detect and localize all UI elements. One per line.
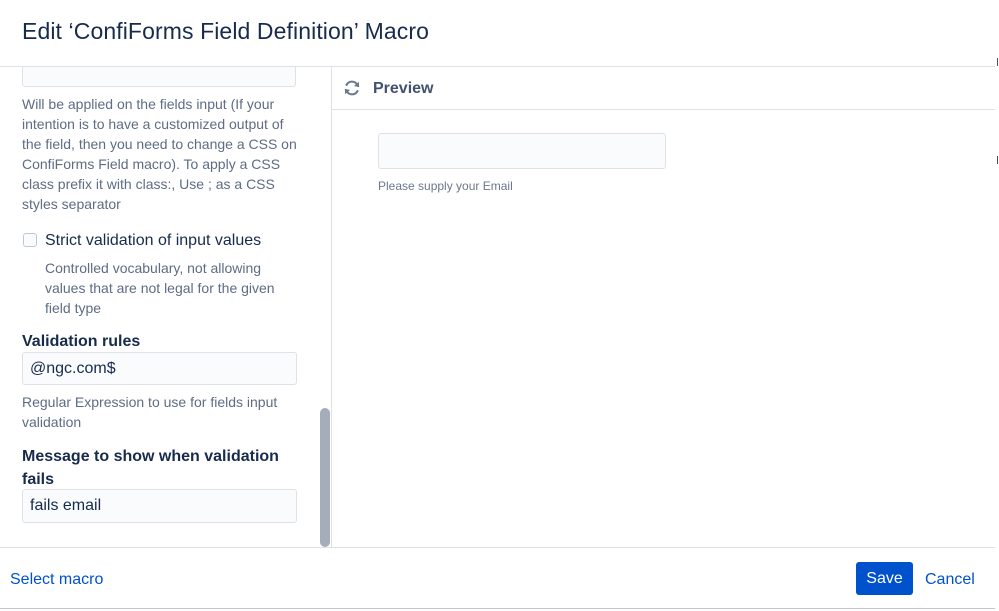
preview-title: Preview [373, 80, 434, 97]
validation-rules-label: Validation rules [22, 333, 141, 350]
background-edge [995, 0, 999, 611]
strict-validation-label[interactable]: Strict validation of input values [45, 232, 261, 250]
preview-panel: Preview Please supply your Email [332, 67, 995, 547]
dialog-footer: Select macro Save Cancel [0, 547, 995, 609]
preview-email-help: Please supply your Email [378, 179, 513, 193]
background-edge-mark [997, 58, 998, 66]
select-macro-link[interactable]: Select macro [10, 571, 103, 589]
css-styles-input[interactable] [22, 67, 296, 87]
dialog-header: Edit ‘ConfiForms Field Definition’ Macro [0, 0, 995, 67]
strict-validation-help: Controlled vocabulary, not allowing valu… [45, 260, 275, 316]
macro-parameters-panel[interactable]: Will be applied on the fields input (If … [0, 67, 332, 547]
css-styles-help: Will be applied on the fields input (If … [22, 96, 297, 212]
save-button[interactable]: Save [856, 562, 913, 595]
scrollbar-thumb[interactable] [320, 408, 330, 547]
cancel-button[interactable]: Cancel [925, 571, 975, 589]
validation-message-input[interactable]: fails email [22, 489, 297, 523]
validation-message-label: Message to show when validation fails [22, 448, 279, 488]
background-edge-mark [997, 156, 998, 164]
preview-bar: Preview [332, 67, 995, 110]
validation-rules-help: Regular Expression to use for fields inp… [22, 394, 278, 430]
dialog-title: Edit ‘ConfiForms Field Definition’ Macro [22, 18, 430, 44]
macro-dialog: Edit ‘ConfiForms Field Definition’ Macro… [0, 0, 996, 609]
preview-email-input[interactable] [378, 133, 666, 169]
strict-validation-checkbox[interactable] [23, 233, 37, 247]
validation-rules-input[interactable]: @ngc.com$ [22, 352, 297, 385]
refresh-icon[interactable] [343, 79, 361, 97]
